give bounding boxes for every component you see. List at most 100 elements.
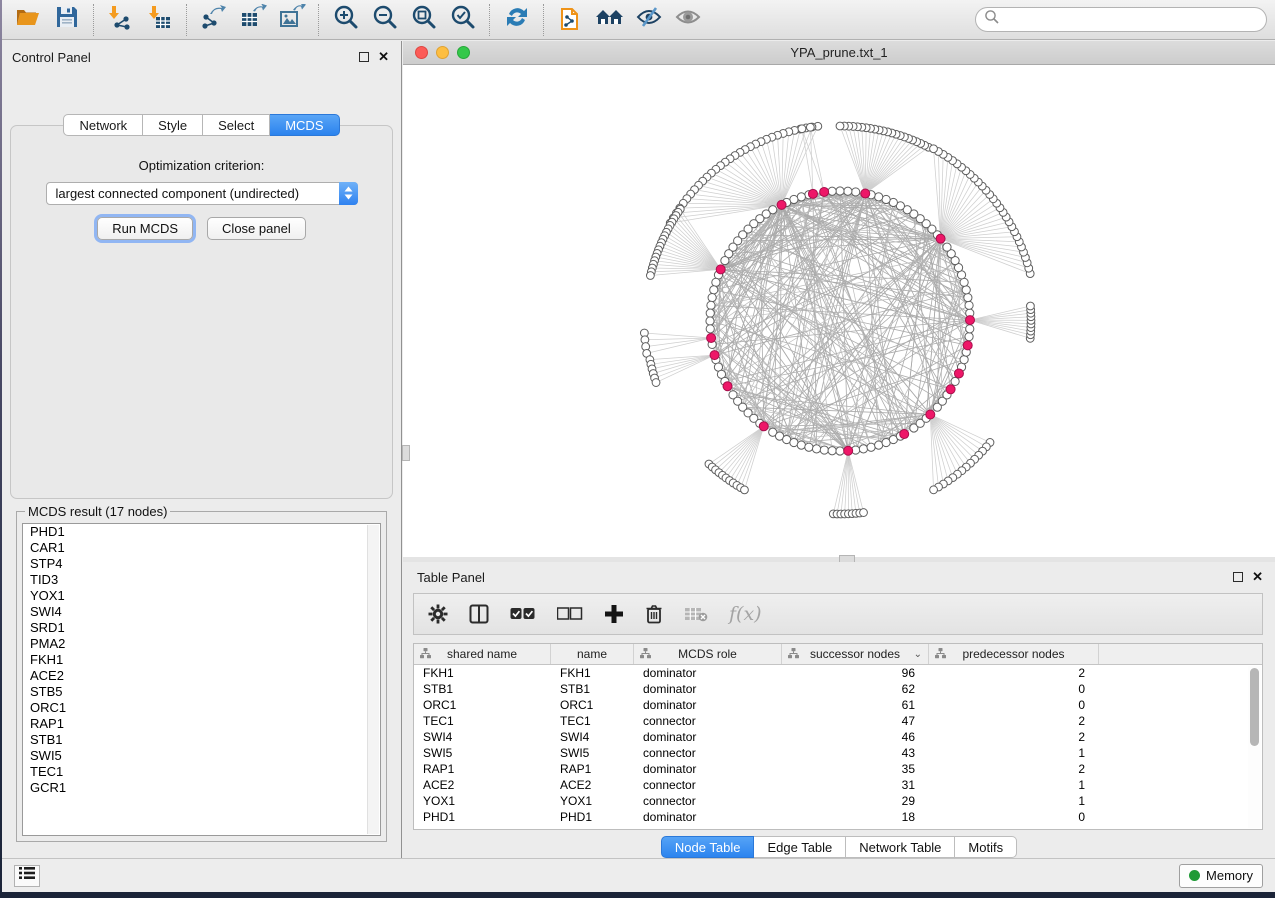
graph-node[interactable] xyxy=(712,278,720,286)
mcds-result-item[interactable]: ORC1 xyxy=(23,700,380,716)
float-table-panel-icon[interactable] xyxy=(1233,572,1243,582)
export-table-button[interactable] xyxy=(233,4,272,36)
table-row[interactable]: ORC1ORC1dominator610 xyxy=(414,697,1262,713)
columns-icon[interactable] xyxy=(469,604,489,624)
graph-node[interactable] xyxy=(805,443,813,451)
zoom-out-button[interactable] xyxy=(365,4,404,36)
graph-node[interactable] xyxy=(706,317,714,325)
mcds-result-item[interactable]: STP4 xyxy=(23,556,380,572)
table-row[interactable]: SWI4SWI4dominator462 xyxy=(414,729,1262,745)
graph-node[interactable] xyxy=(875,193,883,201)
graph-node[interactable] xyxy=(710,286,718,294)
graph-node[interactable] xyxy=(741,486,749,494)
tab-motifs[interactable]: Motifs xyxy=(955,836,1017,858)
optimization-criterion-dropdown[interactable]: largest connected component (undirected) xyxy=(46,182,358,205)
mcds-result-list[interactable]: PHD1CAR1STP4TID3YOX1SWI4SRD1PMA2FKH1ACE2… xyxy=(22,523,381,836)
table-row[interactable]: FKH1FKH1dominator962 xyxy=(414,665,1262,681)
graph-node[interactable] xyxy=(930,486,938,494)
column-header-MCDS-role[interactable]: MCDS role xyxy=(634,644,782,664)
mcds-result-item[interactable]: YOX1 xyxy=(23,588,380,604)
table-row[interactable]: TEC1TEC1connector472 xyxy=(414,713,1262,729)
graph-hub-node[interactable] xyxy=(926,410,935,419)
graph-node[interactable] xyxy=(1027,302,1035,310)
graph-node[interactable] xyxy=(828,447,836,455)
graph-node[interactable] xyxy=(828,187,836,195)
mcds-result-item[interactable]: SWI5 xyxy=(23,748,380,764)
graph-hub-node[interactable] xyxy=(954,369,963,378)
graph-hub-node[interactable] xyxy=(936,234,945,243)
mcds-result-item[interactable]: TID3 xyxy=(23,572,380,588)
show-eye-button[interactable] xyxy=(668,4,707,36)
mcds-result-item[interactable]: FKH1 xyxy=(23,652,380,668)
graph-node[interactable] xyxy=(930,145,938,153)
select-all-icon[interactable] xyxy=(510,607,536,621)
graph-node[interactable] xyxy=(964,293,972,301)
vertical-splitter-grip[interactable] xyxy=(402,445,410,461)
graph-hub-node[interactable] xyxy=(716,265,725,274)
open-button[interactable] xyxy=(8,4,47,36)
import-table-button[interactable] xyxy=(140,4,179,36)
memory-button[interactable]: Memory xyxy=(1179,864,1263,888)
mcds-result-item[interactable]: RAP1 xyxy=(23,716,380,732)
close-panel-button[interactable]: Close panel xyxy=(207,217,306,240)
graph-node[interactable] xyxy=(708,293,716,301)
mcds-result-item[interactable]: GCR1 xyxy=(23,780,380,796)
graph-node[interactable] xyxy=(852,188,860,196)
graph-node[interactable] xyxy=(943,243,951,251)
graph-node[interactable] xyxy=(844,187,852,195)
graph-node[interactable] xyxy=(706,325,714,333)
neighbors-button[interactable] xyxy=(590,4,629,36)
mcds-result-item[interactable]: TEC1 xyxy=(23,764,380,780)
graph-node[interactable] xyxy=(965,301,973,309)
graph-node[interactable] xyxy=(806,123,814,131)
tab-select[interactable]: Select xyxy=(203,114,270,136)
search-input[interactable] xyxy=(1000,10,1266,30)
graph-node[interactable] xyxy=(812,445,820,453)
tab-mcds[interactable]: MCDS xyxy=(270,114,339,136)
table-row[interactable]: PHD1PHD1dominator180 xyxy=(414,809,1262,825)
add-icon[interactable] xyxy=(604,604,624,624)
graph-node[interactable] xyxy=(652,379,660,387)
graph-node[interactable] xyxy=(867,443,875,451)
graph-node[interactable] xyxy=(798,125,806,133)
graph-node[interactable] xyxy=(860,509,868,517)
network-view[interactable] xyxy=(403,65,1275,557)
graph-hub-node[interactable] xyxy=(946,385,955,394)
graph-node[interactable] xyxy=(859,445,867,453)
graph-hub-node[interactable] xyxy=(963,341,972,350)
refresh-button[interactable] xyxy=(497,4,536,36)
column-header-predecessor-nodes[interactable]: predecessor nodes xyxy=(929,644,1099,664)
zoom-in-button[interactable] xyxy=(326,4,365,36)
save-button[interactable] xyxy=(47,4,86,36)
graph-hub-node[interactable] xyxy=(710,351,719,360)
close-panel-icon[interactable]: ✕ xyxy=(378,52,389,62)
table-row[interactable]: STB1STB1dominator620 xyxy=(414,681,1262,697)
gear-icon[interactable] xyxy=(428,604,448,624)
deselect-all-icon[interactable] xyxy=(557,607,583,621)
mcds-result-item[interactable]: STB5 xyxy=(23,684,380,700)
graph-hub-node[interactable] xyxy=(808,189,817,198)
export-network-button[interactable] xyxy=(194,4,233,36)
graph-hub-node[interactable] xyxy=(777,200,786,209)
mcds-result-item[interactable]: ACE2 xyxy=(23,668,380,684)
graph-node[interactable] xyxy=(836,122,844,130)
graph-hub-node[interactable] xyxy=(844,446,853,455)
node-table[interactable]: shared namenameMCDS rolesuccessor nodes⌄… xyxy=(413,643,1263,830)
table-scrollbar[interactable] xyxy=(1248,666,1261,828)
graph-node[interactable] xyxy=(960,356,968,364)
mcds-result-item[interactable]: STB1 xyxy=(23,732,380,748)
graph-node[interactable] xyxy=(965,333,973,341)
mcds-result-item[interactable]: SRD1 xyxy=(23,620,380,636)
delete-table-icon[interactable] xyxy=(684,605,708,623)
list-scrollbar[interactable] xyxy=(367,525,379,834)
graph-node[interactable] xyxy=(707,301,715,309)
graph-node[interactable] xyxy=(706,309,714,317)
mcds-result-item[interactable]: PMA2 xyxy=(23,636,380,652)
graph-node[interactable] xyxy=(721,256,729,264)
table-row[interactable]: YOX1YOX1connector291 xyxy=(414,793,1262,809)
graph-hub-node[interactable] xyxy=(759,422,768,431)
graph-node[interactable] xyxy=(836,447,844,455)
tab-network-table[interactable]: Network Table xyxy=(846,836,955,858)
graph-node[interactable] xyxy=(820,446,828,454)
mcds-result-item[interactable]: PHD1 xyxy=(23,524,380,540)
